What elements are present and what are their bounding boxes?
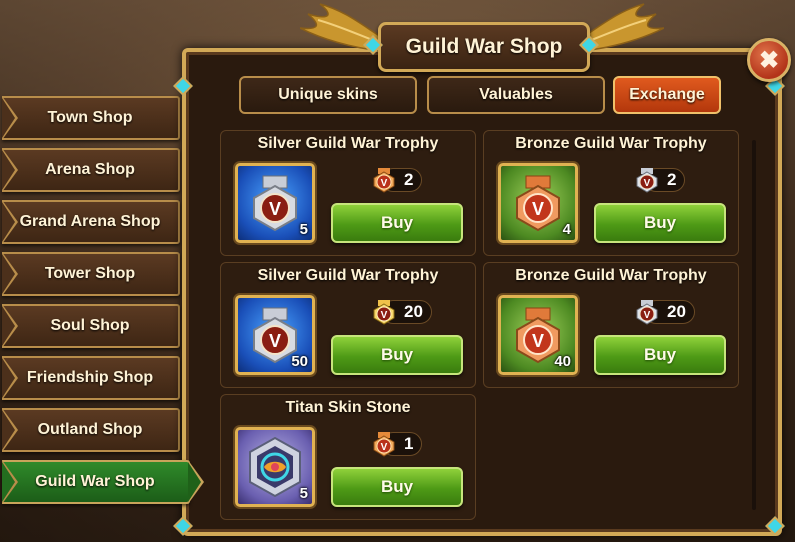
- tab-valuables[interactable]: Valuables: [427, 76, 605, 114]
- side-tab-label: Arena Shop: [45, 161, 135, 178]
- price-tag: V 1: [371, 431, 423, 457]
- silver-trophy-coin-icon: V: [636, 300, 658, 325]
- side-tab-grand-arena-shop[interactable]: Grand Arena Shop: [2, 200, 180, 244]
- item-name: Silver Guild War Trophy: [257, 135, 439, 152]
- buy-button[interactable]: Buy: [594, 335, 726, 375]
- shop-item-card: Silver Guild War Trophy V 50 V 20 Buy: [220, 262, 476, 388]
- side-tab-guild-war-shop[interactable]: Guild War Shop: [2, 460, 204, 504]
- shop-item-card: Silver Guild War Trophy V 5 V 2 Buy: [220, 130, 476, 256]
- tab-label: Unique skins: [278, 86, 378, 103]
- side-tab-label: Tower Shop: [44, 265, 136, 282]
- tab-unique-skins[interactable]: Unique skins: [239, 76, 417, 114]
- silver-trophy-coin-icon: V: [636, 168, 658, 193]
- side-tab-label: Friendship Shop: [26, 369, 154, 386]
- price-tag: V 20: [371, 299, 432, 325]
- tab-label: Valuables: [479, 86, 553, 103]
- svg-text:V: V: [269, 199, 281, 219]
- titan-skin-stone-icon[interactable]: 5: [235, 427, 315, 507]
- item-name: Bronze Guild War Trophy: [515, 135, 707, 152]
- svg-text:V: V: [381, 442, 388, 453]
- item-name: Titan Skin Stone: [285, 399, 411, 416]
- shop-item-card: Titan Skin Stone 5 V 1 Buy: [220, 394, 476, 520]
- side-tab-label: Outland Shop: [37, 421, 143, 438]
- bronze-trophy-icon[interactable]: V 4: [498, 163, 578, 243]
- tab-label: Exchange: [629, 86, 705, 103]
- buy-button[interactable]: Buy: [331, 335, 463, 375]
- silver-trophy-icon[interactable]: V 5: [235, 163, 315, 243]
- silver-trophy-icon[interactable]: V 50: [235, 295, 315, 375]
- close-button[interactable]: ✖: [747, 38, 791, 82]
- item-quantity: 5: [299, 221, 308, 238]
- buy-label: Buy: [380, 477, 414, 496]
- side-tab-outland-shop[interactable]: Outland Shop: [2, 408, 180, 452]
- price-tag: V 2: [371, 167, 423, 193]
- price-tag: V 2: [634, 167, 686, 193]
- buy-label: Buy: [380, 213, 414, 232]
- bronze-trophy-coin-icon: V: [373, 432, 395, 457]
- side-tab-tower-shop[interactable]: Tower Shop: [2, 252, 180, 296]
- buy-label: Buy: [643, 213, 677, 232]
- item-quantity: 4: [562, 221, 571, 238]
- item-quantity: 50: [291, 353, 308, 370]
- item-name: Bronze Guild War Trophy: [515, 267, 707, 284]
- svg-text:V: V: [644, 310, 651, 321]
- buy-button[interactable]: Buy: [594, 203, 726, 243]
- bronze-trophy-icon[interactable]: V 40: [498, 295, 578, 375]
- item-quantity: 40: [554, 353, 571, 370]
- page-title-text: Guild War Shop: [405, 35, 563, 58]
- svg-text:V: V: [532, 199, 544, 219]
- svg-text:V: V: [269, 331, 281, 351]
- buy-label: Buy: [643, 345, 677, 364]
- shop-item-card: Bronze Guild War Trophy V 4 V 2 Buy: [483, 130, 739, 256]
- side-tab-soul-shop[interactable]: Soul Shop: [2, 304, 180, 348]
- buy-button[interactable]: Buy: [331, 203, 463, 243]
- tab-exchange[interactable]: Exchange: [613, 76, 721, 114]
- side-tab-label: Guild War Shop: [35, 473, 155, 490]
- side-tab-label: Soul Shop: [50, 317, 130, 334]
- svg-text:V: V: [381, 310, 388, 321]
- gold-trophy-coin-icon: V: [373, 300, 395, 325]
- close-icon: ✖: [758, 46, 780, 74]
- svg-text:V: V: [644, 178, 651, 189]
- shop-item-card: Bronze Guild War Trophy V 40 V 20 Buy: [483, 262, 739, 388]
- bronze-trophy-coin-icon: V: [373, 168, 395, 193]
- tab-arrow-decor: [188, 462, 201, 502]
- item-name: Silver Guild War Trophy: [257, 267, 439, 284]
- side-tab-label: Town Shop: [47, 109, 133, 126]
- page-title: Guild War Shop: [378, 22, 590, 72]
- buy-label: Buy: [380, 345, 414, 364]
- svg-text:V: V: [381, 178, 388, 189]
- side-tab-label: Grand Arena Shop: [19, 213, 161, 230]
- buy-button[interactable]: Buy: [331, 467, 463, 507]
- price-tag: V 20: [634, 299, 695, 325]
- scrollbar[interactable]: [752, 140, 756, 510]
- side-tab-arena-shop[interactable]: Arena Shop: [2, 148, 180, 192]
- side-tab-town-shop[interactable]: Town Shop: [2, 96, 180, 140]
- side-tab-friendship-shop[interactable]: Friendship Shop: [2, 356, 180, 400]
- item-quantity: 5: [299, 485, 308, 502]
- svg-text:V: V: [532, 331, 544, 351]
